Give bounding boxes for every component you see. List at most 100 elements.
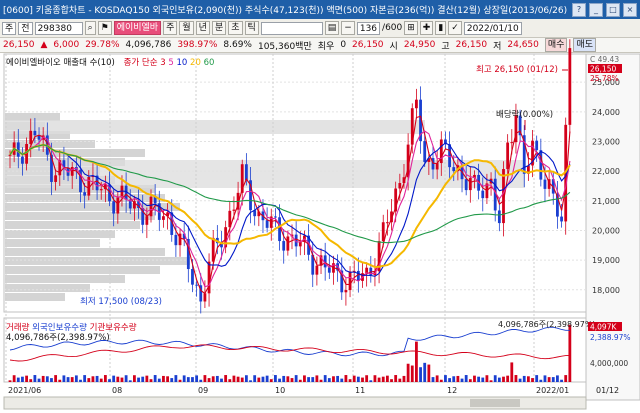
volume-bar xyxy=(369,380,373,382)
y-tick-label: 23,000 xyxy=(592,137,620,146)
volume-bar xyxy=(228,379,232,382)
volume-bar xyxy=(116,376,120,382)
annotation-low: 최저 17,500 (08/23) xyxy=(80,296,162,307)
ma-period-10: 10 xyxy=(173,58,188,68)
candle-body xyxy=(274,216,277,218)
candle-body xyxy=(174,234,178,246)
ma-periods: 3 5 10 20 60 xyxy=(160,58,214,68)
volume-bar xyxy=(157,378,161,382)
ma-label: 종가 단순 xyxy=(123,58,158,68)
volume-bar xyxy=(244,375,248,382)
candle-body xyxy=(33,130,37,136)
candle-body xyxy=(385,222,389,224)
volume-bar xyxy=(33,375,37,382)
candle-body xyxy=(162,216,165,220)
volume-bar xyxy=(236,376,240,382)
volume-profile-bar xyxy=(5,266,160,274)
volume-value-right: 4,096,786주(2,398.97%) xyxy=(498,320,596,329)
volume-bar xyxy=(282,375,286,382)
volume-bar xyxy=(381,376,385,382)
volume-bar xyxy=(526,376,530,382)
candle-body xyxy=(381,222,385,242)
candle-body xyxy=(543,179,547,189)
volume-bar xyxy=(191,377,194,382)
volume-bar xyxy=(95,375,99,382)
candle-body xyxy=(315,265,319,275)
volume-bar xyxy=(518,378,522,382)
volume-bar xyxy=(485,375,489,382)
volume-bar xyxy=(556,375,559,382)
volume-bar xyxy=(332,376,335,382)
volume-bar xyxy=(307,377,310,382)
volume-bar xyxy=(460,378,464,382)
volume-bar xyxy=(108,379,111,382)
volume-bar xyxy=(435,375,439,382)
volume-profile-bar xyxy=(5,230,115,238)
volume-bar xyxy=(274,375,277,382)
axis-top-b: 25,78% xyxy=(590,74,619,83)
y-tick-label: 19,000 xyxy=(592,256,620,265)
volume-bar xyxy=(464,375,468,382)
volume-tag-blue: 2,388.97% xyxy=(590,333,631,342)
volume-bar xyxy=(12,375,16,382)
x-tick-label: 12 xyxy=(447,386,457,395)
volume-bar xyxy=(249,380,252,382)
volume-profile-bar xyxy=(5,293,65,301)
annotation-dividend: 배당락(0.00%) xyxy=(496,109,553,120)
volume-bar xyxy=(141,376,145,382)
volume-bar xyxy=(535,375,539,382)
volume-y-tick: 4,000,000 xyxy=(590,359,628,368)
volume-profile-bar xyxy=(5,120,425,134)
volume-bar xyxy=(336,375,340,382)
candle-body xyxy=(415,99,418,109)
volume-bar xyxy=(166,376,169,382)
volume-bar xyxy=(394,375,398,382)
volume-bar xyxy=(224,375,228,382)
volume-profile-bar xyxy=(5,113,60,121)
y-tick-label: 24,000 xyxy=(592,108,620,117)
volume-bar xyxy=(506,375,510,382)
candle-body xyxy=(510,142,514,144)
volume-bar xyxy=(543,375,547,382)
volume-bar xyxy=(21,376,24,382)
volume-bar xyxy=(560,379,563,382)
candle-body xyxy=(244,164,248,181)
volume-bar xyxy=(133,375,136,382)
x-tick-label: 09 xyxy=(198,386,208,395)
volume-bar xyxy=(344,375,348,382)
volume-bar xyxy=(444,375,447,382)
volume-bar xyxy=(203,375,207,382)
candle-body xyxy=(282,241,286,251)
volume-bar xyxy=(257,377,261,382)
volume-bar xyxy=(551,377,555,382)
price-legend: 에이비엘바이오 매출대 수(10) 종가 단순 3 5 10 20 60 xyxy=(6,56,214,68)
candle-body xyxy=(535,140,539,151)
price-series-name: 에이비엘바이오 매출대 수(10) xyxy=(6,58,115,68)
volume-bar xyxy=(211,376,215,382)
candle-body xyxy=(29,130,33,144)
volume-bar xyxy=(423,362,427,382)
candle-body xyxy=(99,189,103,191)
scrollbar-thumb xyxy=(470,399,520,407)
volume-bar xyxy=(398,378,402,382)
x-tick-label: 08 xyxy=(112,386,122,395)
candle-body xyxy=(112,201,116,214)
volume-bar xyxy=(415,341,418,382)
volume-bar xyxy=(547,377,551,382)
volume-bar xyxy=(568,324,572,382)
y-tick-label: 20,000 xyxy=(592,226,620,235)
candle-body xyxy=(191,269,194,285)
volume-bar xyxy=(120,377,124,382)
volume-bar xyxy=(319,379,323,382)
volume-bar xyxy=(564,375,568,382)
volume-bar xyxy=(103,375,107,382)
volume-bar xyxy=(174,375,178,382)
volume-bar xyxy=(377,377,381,382)
volume-bar xyxy=(489,380,493,382)
volume-bar xyxy=(79,379,82,382)
volume-bar xyxy=(427,364,431,382)
ma-period-20: 20 xyxy=(187,58,201,68)
volume-bar xyxy=(162,375,165,382)
volume-bar xyxy=(58,379,62,382)
volume-profile-bar xyxy=(5,239,100,247)
